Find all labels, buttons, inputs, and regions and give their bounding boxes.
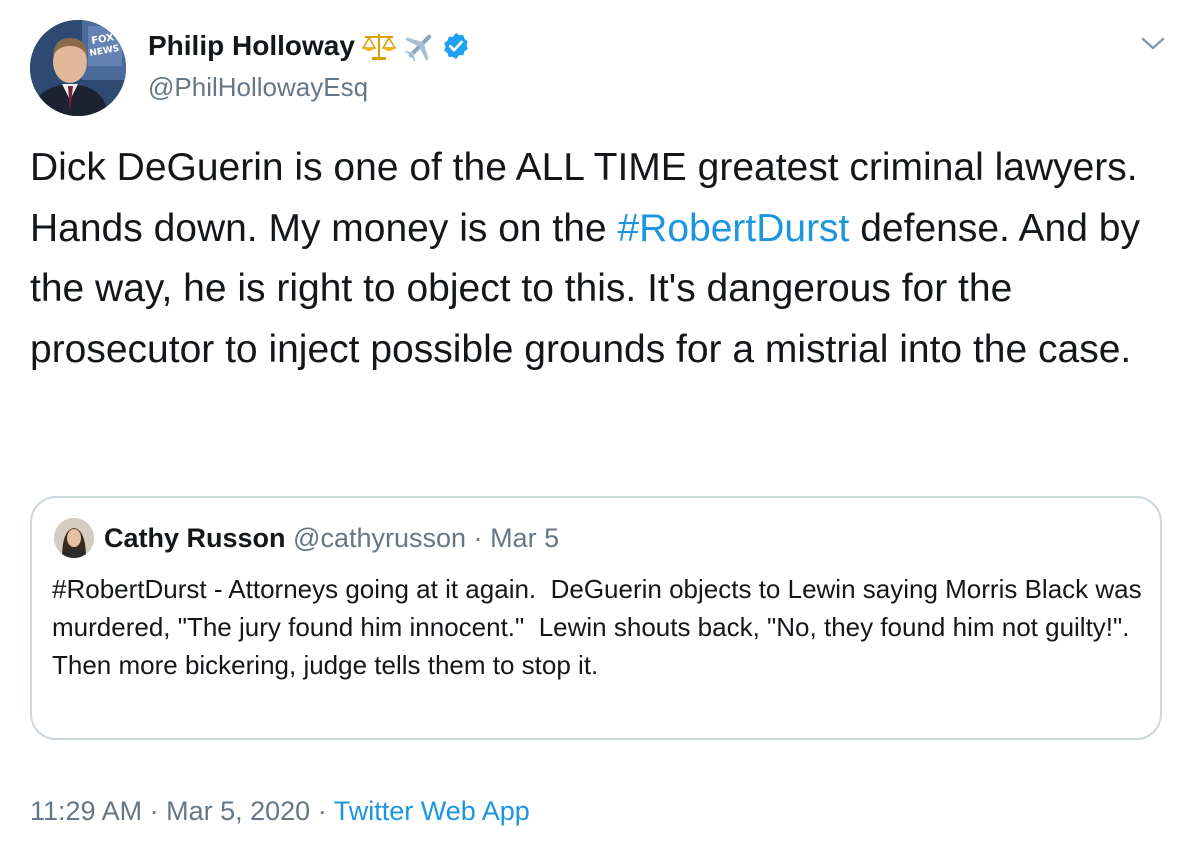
- hashtag-link[interactable]: #RobertDurst: [617, 207, 849, 250]
- avatar-image: FOX NEWS: [30, 20, 126, 116]
- scales-emoji-icon: [361, 30, 397, 62]
- quoted-tweet-text: #RobertDurst - Attorneys going at it aga…: [52, 574, 1149, 680]
- author-avatar[interactable]: FOX NEWS: [30, 20, 126, 116]
- quoted-tweet-header: Cathy Russon @cathyrusson · Mar 5: [104, 520, 559, 556]
- tweet-date[interactable]: Mar 5, 2020: [166, 796, 310, 826]
- author-name-row[interactable]: Philip Holloway: [148, 28, 471, 64]
- quoted-tweet-card[interactable]: Cathy Russon @cathyrusson · Mar 5 #Rober…: [30, 496, 1162, 740]
- tweet-text: Dick DeGuerin is one of the ALL TIME gre…: [30, 138, 1160, 380]
- quoted-author-handle[interactable]: @cathyrusson: [293, 523, 466, 553]
- quoted-author-avatar[interactable]: [54, 518, 94, 558]
- author-handle[interactable]: @PhilHollowayEsq: [148, 70, 368, 104]
- footer-separator: ·: [149, 796, 159, 826]
- quoted-separator: ·: [473, 523, 483, 553]
- verified-badge-icon: [441, 31, 471, 61]
- author-display-name[interactable]: Philip Holloway: [148, 28, 355, 64]
- tweet-footer: 11:29 AM · Mar 5, 2020 · Twitter Web App: [30, 792, 530, 830]
- quoted-author-name[interactable]: Cathy Russon: [104, 523, 286, 553]
- airplane-emoji-icon: [403, 29, 437, 63]
- footer-separator: ·: [317, 796, 327, 826]
- quoted-date[interactable]: Mar 5: [490, 523, 559, 553]
- tweet-source-link[interactable]: Twitter Web App: [334, 796, 530, 826]
- tweet-time[interactable]: 11:29 AM: [30, 796, 142, 826]
- chevron-down-icon[interactable]: [1140, 34, 1166, 54]
- quoted-avatar-image: [54, 518, 94, 558]
